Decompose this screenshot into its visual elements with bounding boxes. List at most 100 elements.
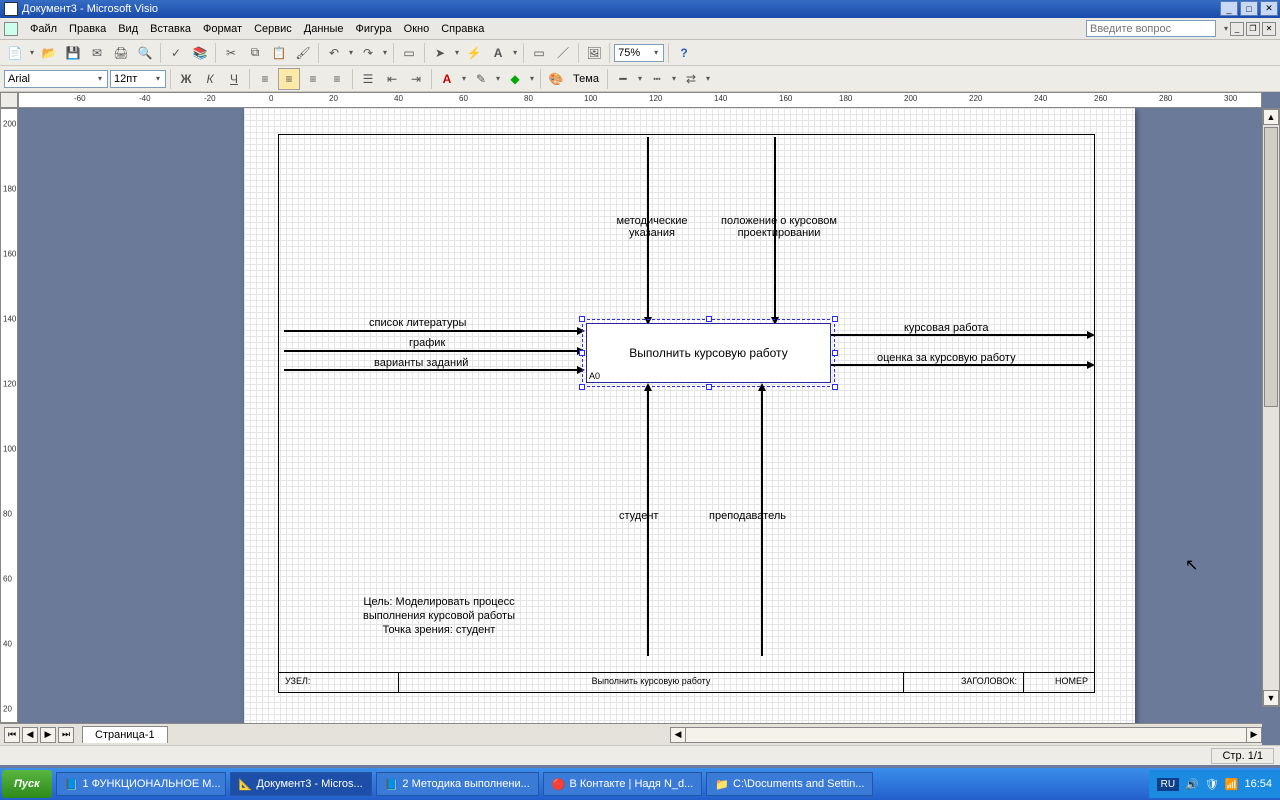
menu-shape[interactable]: Фигура bbox=[350, 21, 398, 37]
pointer-button[interactable]: ➤ bbox=[429, 42, 451, 64]
line-style-button[interactable]: ━ bbox=[612, 68, 634, 90]
tab-nav-prev[interactable]: ◀ bbox=[22, 727, 38, 743]
drawing-page[interactable]: список литературы график варианты задани… bbox=[244, 108, 1135, 723]
mail-button[interactable]: ✉ bbox=[86, 42, 108, 64]
increase-indent-button[interactable]: ⇥ bbox=[405, 68, 427, 90]
theme-button[interactable]: 🎨 bbox=[545, 68, 567, 90]
bold-button[interactable]: Ж bbox=[175, 68, 197, 90]
menu-insert[interactable]: Вставка bbox=[144, 21, 197, 37]
theme-label: Тема bbox=[569, 73, 603, 85]
help-search-input[interactable] bbox=[1086, 20, 1216, 37]
canvas-area[interactable]: список литературы график варианты задани… bbox=[18, 108, 1262, 723]
cut-button[interactable]: ✂ bbox=[220, 42, 242, 64]
ruler-vertical: 200180 160140 120100 8060 4020 bbox=[0, 108, 18, 723]
vertical-scrollbar[interactable]: ▲ ▼ bbox=[1262, 108, 1280, 707]
task-item-3[interactable]: 📘 2 Методика выполнени... bbox=[376, 772, 539, 796]
redo-button[interactable]: ↷ bbox=[357, 42, 379, 64]
zoom-select[interactable]: 75%▾ bbox=[614, 44, 664, 62]
doc-restore-button[interactable]: ❐ bbox=[1246, 22, 1260, 36]
toolbar-formatting: Arial▾ 12пт▾ Ж К Ч ≡ ≡ ≡ ≡ ☰ ⇤ ⇥ A▾ ✎▾ ◆… bbox=[0, 66, 1280, 92]
mechanism-label-2: преподаватель bbox=[709, 510, 786, 522]
footer-number: НОМЕР bbox=[1024, 673, 1094, 692]
statusbar: Стр. 1/1 bbox=[0, 745, 1280, 765]
hscroll-track[interactable] bbox=[686, 727, 1246, 743]
menu-service[interactable]: Сервис bbox=[248, 21, 298, 37]
insert-picture-button[interactable]: 🖼 bbox=[583, 42, 605, 64]
underline-button[interactable]: Ч bbox=[223, 68, 245, 90]
menu-file[interactable]: Файл bbox=[24, 21, 63, 37]
scroll-down-button[interactable]: ▼ bbox=[1263, 690, 1279, 706]
tray-icon[interactable]: 📶 bbox=[1225, 778, 1239, 791]
align-justify-button[interactable]: ≡ bbox=[326, 68, 348, 90]
control-label-1: методические указания bbox=[597, 215, 707, 239]
hscroll-left[interactable]: ◀ bbox=[670, 727, 686, 743]
rectangle-button[interactable]: ▭ bbox=[528, 42, 550, 64]
help-button[interactable]: ? bbox=[673, 42, 695, 64]
line-button[interactable]: ／ bbox=[552, 42, 574, 64]
titlebar: Документ3 - Microsoft Visio _ □ ✕ bbox=[0, 0, 1280, 18]
print-button[interactable]: 🖨 bbox=[110, 42, 132, 64]
menu-edit[interactable]: Правка bbox=[63, 21, 112, 37]
output-label-1: курсовая работа bbox=[904, 322, 988, 334]
task-item-2[interactable]: 📐 Документ3 - Micros... bbox=[230, 772, 372, 796]
line-pattern-button[interactable]: ┅ bbox=[646, 68, 668, 90]
menu-view[interactable]: Вид bbox=[112, 21, 144, 37]
help-dropdown-icon[interactable]: ▾ bbox=[1222, 24, 1230, 33]
doc-close-button[interactable]: ✕ bbox=[1262, 22, 1276, 36]
undo-button[interactable]: ↶ bbox=[323, 42, 345, 64]
align-left-button[interactable]: ≡ bbox=[254, 68, 276, 90]
menu-format[interactable]: Формат bbox=[197, 21, 248, 37]
tab-nav-last[interactable]: ⏭ bbox=[58, 727, 74, 743]
footer-header: ЗАГОЛОВОК: bbox=[904, 673, 1024, 692]
align-center-button[interactable]: ≡ bbox=[278, 68, 300, 90]
paste-button[interactable]: 📋 bbox=[268, 42, 290, 64]
italic-button[interactable]: К bbox=[199, 68, 221, 90]
line-color-button[interactable]: ✎ bbox=[470, 68, 492, 90]
bullets-button[interactable]: ☰ bbox=[357, 68, 379, 90]
scroll-up-button[interactable]: ▲ bbox=[1263, 109, 1279, 125]
minimize-button[interactable]: _ bbox=[1220, 1, 1238, 16]
font-color-button[interactable]: A bbox=[436, 68, 458, 90]
system-tray: RU 🔊 🛡 📶 16:54 bbox=[1149, 770, 1280, 798]
mechanism-label-1: студент bbox=[619, 510, 658, 522]
scroll-thumb[interactable] bbox=[1264, 127, 1278, 407]
menu-window[interactable]: Окно bbox=[398, 21, 436, 37]
hscroll-right[interactable]: ▶ bbox=[1246, 727, 1262, 743]
diagram-frame: список литературы график варианты задани… bbox=[278, 134, 1095, 693]
menu-help[interactable]: Справка bbox=[435, 21, 490, 37]
copy-button[interactable]: ⧉ bbox=[244, 42, 266, 64]
decrease-indent-button[interactable]: ⇤ bbox=[381, 68, 403, 90]
close-button[interactable]: ✕ bbox=[1260, 1, 1278, 16]
workspace: -60-40 -200 2040 6080 100120 140160 1802… bbox=[0, 92, 1280, 745]
tray-icon[interactable]: 🔊 bbox=[1185, 778, 1199, 791]
task-item-1[interactable]: 📘 1 ФУНКЦИОНАЛЬНОЕ М... bbox=[56, 772, 226, 796]
language-indicator[interactable]: RU bbox=[1157, 778, 1179, 791]
spellcheck-button[interactable]: ✓ bbox=[165, 42, 187, 64]
activity-box[interactable]: Выполнить курсовую работу A0 bbox=[586, 323, 831, 383]
page-tab[interactable]: Страница-1 bbox=[82, 726, 168, 743]
font-select[interactable]: Arial▾ bbox=[4, 70, 108, 88]
activity-id: A0 bbox=[589, 371, 600, 381]
line-ends-button[interactable]: ⇄ bbox=[680, 68, 702, 90]
new-button[interactable]: 📄 bbox=[4, 42, 26, 64]
align-right-button[interactable]: ≡ bbox=[302, 68, 324, 90]
tab-nav-first[interactable]: ⏮ bbox=[4, 727, 20, 743]
format-painter-button[interactable]: 🖌 bbox=[292, 42, 314, 64]
research-button[interactable]: 📚 bbox=[189, 42, 211, 64]
save-button[interactable]: 💾 bbox=[62, 42, 84, 64]
open-button[interactable]: 📂 bbox=[38, 42, 60, 64]
print-preview-button[interactable]: 🔍 bbox=[134, 42, 156, 64]
task-item-5[interactable]: 📁 C:\Documents and Settin... bbox=[706, 772, 873, 796]
text-button[interactable]: A bbox=[487, 42, 509, 64]
menu-data[interactable]: Данные bbox=[298, 21, 350, 37]
tray-icon[interactable]: 🛡 bbox=[1205, 778, 1219, 791]
connector-button[interactable]: ⚡ bbox=[463, 42, 485, 64]
tab-nav-next[interactable]: ▶ bbox=[40, 727, 56, 743]
task-item-4[interactable]: 🔴 В Контакте | Надя N_d... bbox=[543, 772, 703, 796]
shapes-button[interactable]: ▭ bbox=[398, 42, 420, 64]
doc-minimize-button[interactable]: _ bbox=[1230, 22, 1244, 36]
start-button[interactable]: Пуск bbox=[2, 770, 52, 798]
font-size-select[interactable]: 12пт▾ bbox=[110, 70, 166, 88]
fill-color-button[interactable]: ◆ bbox=[504, 68, 526, 90]
maximize-button[interactable]: □ bbox=[1240, 1, 1258, 16]
